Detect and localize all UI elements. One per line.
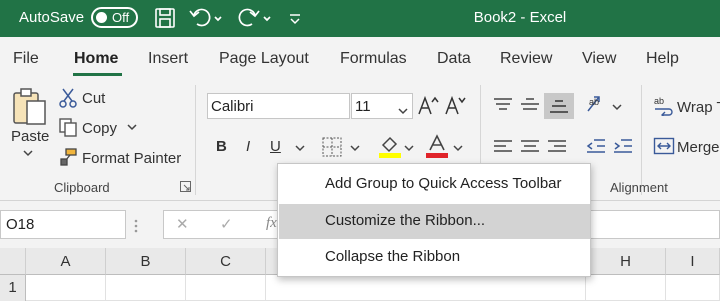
increase-font-size-icon[interactable] <box>417 94 439 116</box>
increase-indent-icon[interactable] <box>612 137 634 157</box>
tab-page-layout[interactable]: Page Layout <box>219 50 309 68</box>
font-color-dropdown-icon[interactable] <box>452 144 464 152</box>
formula-bar-grip-icon[interactable] <box>133 218 139 234</box>
ribbon-separator <box>195 85 196 195</box>
paste-icon[interactable] <box>11 87 49 127</box>
align-left-icon[interactable] <box>492 138 514 156</box>
svg-text:ab: ab <box>654 96 664 106</box>
select-all-corner[interactable] <box>0 248 26 275</box>
align-center-icon[interactable] <box>519 138 541 156</box>
menu-item-label: Add Group to Quick Access Toolbar <box>325 175 562 192</box>
autosave-toggle[interactable]: Off <box>91 7 138 28</box>
autosave-label: AutoSave <box>19 9 85 26</box>
tab-insert[interactable]: Insert <box>148 50 188 68</box>
alignment-group-label: Alignment <box>610 180 668 195</box>
top-align-icon[interactable] <box>492 96 514 114</box>
name-box-value: O18 <box>6 216 35 233</box>
ribbon-context-menu: Add Group to Quick Access Toolbar Custom… <box>277 163 591 277</box>
copy-dropdown-icon[interactable] <box>126 123 138 131</box>
bottom-align-icon <box>548 97 570 115</box>
paste-label[interactable]: Paste <box>11 128 49 145</box>
clipboard-group-label: Clipboard <box>54 180 110 195</box>
ribbon-separator <box>641 85 642 195</box>
tab-home[interactable]: Home <box>74 50 118 68</box>
column-header-a[interactable]: A <box>26 248 106 275</box>
ribbon-tabs: File Home Insert Page Layout Formulas Da… <box>0 37 720 81</box>
wrap-text-icon[interactable]: ab <box>653 96 675 116</box>
menu-item-add-group-to-qat[interactable]: Add Group to Quick Access Toolbar <box>279 167 590 202</box>
borders-dropdown-icon[interactable] <box>349 144 361 152</box>
save-icon[interactable] <box>153 6 177 30</box>
autosave-state: Off <box>112 10 130 25</box>
fill-color-icon[interactable] <box>378 133 402 159</box>
fill-color-dropdown-icon[interactable] <box>403 144 415 152</box>
decrease-font-size-icon[interactable] <box>444 94 466 116</box>
font-name-value: Calibri <box>211 98 254 115</box>
active-tab-indicator <box>73 73 122 76</box>
bold-button[interactable]: B <box>216 138 227 155</box>
title-bar: AutoSave Off Book2 - Excel <box>0 0 720 37</box>
font-name-combo[interactable]: Calibri <box>207 93 350 119</box>
svg-text:ab: ab <box>589 97 599 107</box>
tab-help[interactable]: Help <box>646 50 679 68</box>
align-right-icon[interactable] <box>546 138 568 156</box>
cell-row1[interactable] <box>266 275 586 301</box>
row-header-1[interactable]: 1 <box>0 275 26 301</box>
name-box[interactable]: O18 <box>0 210 126 239</box>
toggle-knob <box>96 12 107 23</box>
copy-icon[interactable] <box>58 117 78 137</box>
tab-formulas[interactable]: Formulas <box>340 50 407 68</box>
middle-align-icon[interactable] <box>519 96 541 114</box>
cut-icon[interactable] <box>59 88 77 108</box>
format-painter-icon[interactable] <box>58 147 78 167</box>
font-color-swatch <box>426 153 448 158</box>
merge-button[interactable]: Merge <box>677 139 720 156</box>
cancel-icon[interactable]: ✕ <box>176 215 189 233</box>
italic-button[interactable]: I <box>246 138 250 155</box>
format-painter-button[interactable]: Format Painter <box>82 150 181 167</box>
tab-review[interactable]: Review <box>500 50 552 68</box>
menu-item-label: Collapse the Ribbon <box>325 248 461 265</box>
cell-a1[interactable] <box>26 275 106 301</box>
decrease-indent-icon[interactable] <box>585 137 607 157</box>
redo-icon[interactable] <box>237 6 273 30</box>
tab-view[interactable]: View <box>582 50 616 68</box>
font-size-combo[interactable]: 11 <box>351 93 413 119</box>
merge-center-icon[interactable] <box>653 136 675 156</box>
menu-item-label: Customize the Ribbon... <box>325 212 486 229</box>
cell-c1[interactable] <box>186 275 266 301</box>
borders-icon[interactable] <box>321 136 343 158</box>
cut-button[interactable]: Cut <box>82 90 105 107</box>
underline-dropdown-icon[interactable] <box>294 144 306 152</box>
column-header-b[interactable]: B <box>106 248 186 275</box>
font-size-value: 11 <box>355 98 371 115</box>
chevron-down-icon[interactable] <box>397 102 409 120</box>
cell-b1[interactable] <box>106 275 186 301</box>
menu-item-collapse-ribbon[interactable]: Collapse the Ribbon <box>279 240 590 275</box>
window-title: Book2 - Excel <box>473 9 567 26</box>
orientation-icon[interactable]: ab <box>585 93 609 115</box>
dialog-launcher-icon[interactable] <box>180 181 191 192</box>
enter-icon[interactable]: ✓ <box>220 215 233 233</box>
cell-h1[interactable] <box>586 275 666 301</box>
undo-icon[interactable] <box>188 6 224 30</box>
menu-item-customize-ribbon[interactable]: Customize the Ribbon... <box>279 204 590 239</box>
font-color-icon[interactable] <box>425 133 449 159</box>
tab-data[interactable]: Data <box>437 50 471 68</box>
insert-function-icon[interactable]: fx <box>266 215 277 232</box>
cell-i1[interactable] <box>666 275 720 301</box>
column-header-h[interactable]: H <box>586 248 666 275</box>
customize-qat-icon[interactable] <box>287 6 303 30</box>
column-header-i[interactable]: I <box>666 248 720 275</box>
paste-dropdown-icon[interactable] <box>22 149 34 157</box>
tab-file[interactable]: File <box>13 50 39 68</box>
copy-button[interactable]: Copy <box>82 120 117 137</box>
fill-color-swatch <box>379 153 401 158</box>
underline-button[interactable]: U <box>270 138 281 155</box>
orientation-dropdown-icon[interactable] <box>611 103 623 111</box>
wrap-text-button[interactable]: Wrap T <box>677 99 720 116</box>
column-header-c[interactable]: C <box>186 248 266 275</box>
